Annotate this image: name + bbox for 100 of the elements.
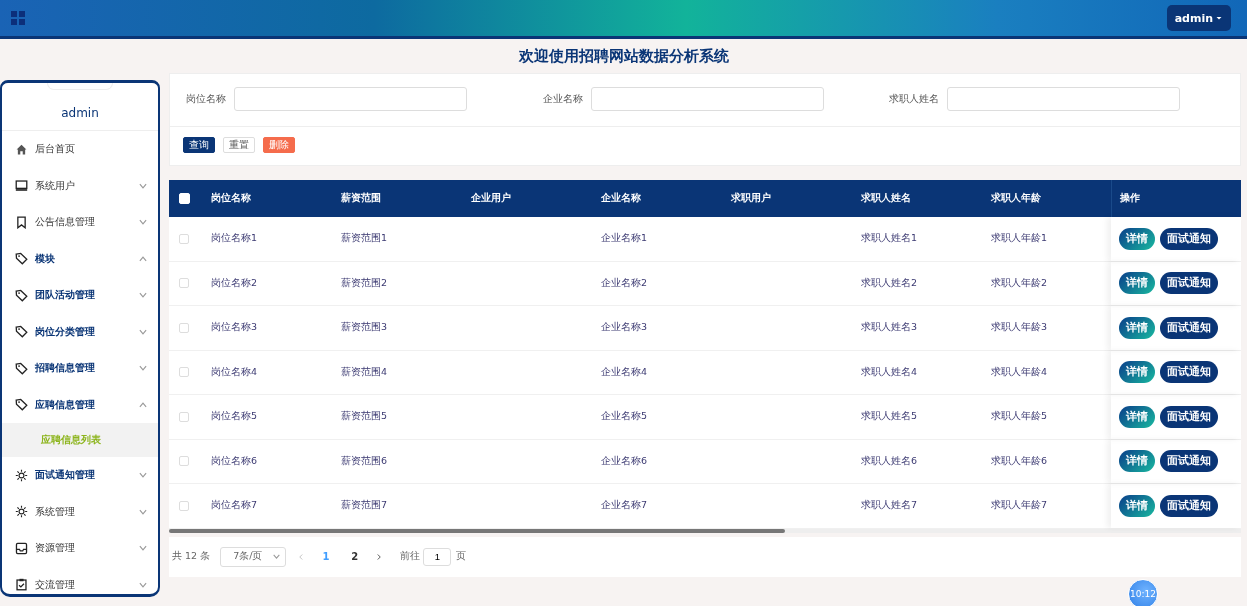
- goto-page-field[interactable]: 1: [423, 547, 452, 566]
- table-cell-text: 求职人姓名5: [860, 410, 919, 424]
- tag-icon: [15, 398, 28, 412]
- page-size-select[interactable]: 7条/页: [220, 546, 287, 567]
- details-button[interactable]: 详情: [1119, 494, 1155, 517]
- interview-notice-button[interactable]: 面试通知: [1160, 361, 1218, 384]
- details-button[interactable]: 详情: [1119, 316, 1155, 339]
- table-cell-text: 求职人姓名2: [860, 276, 919, 290]
- sidebar-item[interactable]: 团队活动管理: [2, 277, 158, 314]
- table-cell-text: 企业名称1: [600, 232, 649, 246]
- sidebar-item[interactable]: 系统管理: [2, 493, 158, 530]
- field-label: 企业名称: [542, 92, 583, 106]
- tag-icon: [15, 252, 28, 266]
- table-cell-text: 企业名称4: [600, 365, 649, 379]
- sidebar-item[interactable]: 招聘信息管理: [2, 350, 158, 387]
- details-button[interactable]: 详情: [1119, 272, 1155, 295]
- row-checkbox[interactable]: [179, 456, 189, 467]
- table-cell-text: 岗位名称1: [210, 232, 259, 246]
- sidebar-item[interactable]: 模块: [2, 240, 158, 277]
- interview-notice-button[interactable]: 面试通知: [1160, 227, 1218, 250]
- interview-notice-button[interactable]: 面试通知: [1160, 405, 1218, 428]
- row-checkbox[interactable]: [179, 233, 189, 244]
- table-cell-text: 岗位名称6: [210, 454, 259, 468]
- search-field[interactable]: [590, 87, 824, 111]
- user-menu-button[interactable]: admin: [1166, 5, 1231, 31]
- row-checkbox[interactable]: [179, 322, 189, 333]
- table-cell-text: 薪资范围5: [340, 410, 389, 424]
- table-cell-text: 企业名称3: [600, 321, 649, 335]
- table-cell-text: 求职人年龄1: [990, 232, 1049, 246]
- table-cell-text: 求职人姓名4: [860, 365, 919, 379]
- select-all-checkbox[interactable]: [179, 193, 190, 204]
- table-cell-text: 企业名称6: [600, 454, 649, 468]
- table-cell-text: 岗位名称3: [210, 321, 259, 335]
- tag-icon: [15, 288, 28, 302]
- table-cell-text: 岗位名称2: [210, 276, 259, 290]
- column-header: 企业名称: [600, 192, 642, 205]
- table-cell-text: 求职人年龄5: [990, 410, 1049, 424]
- row-checkbox[interactable]: [179, 367, 189, 378]
- chevron-down-icon: [272, 552, 282, 561]
- field-label: 求职人姓名: [889, 92, 939, 106]
- table-cell-text: 岗位名称5: [210, 410, 259, 424]
- row-checkbox[interactable]: [179, 411, 189, 422]
- table-cell-text: 岗位名称7: [210, 499, 259, 513]
- search-button[interactable]: 查询: [183, 137, 215, 153]
- table-cell-text: 求职人年龄3: [990, 321, 1049, 335]
- details-button[interactable]: 详情: [1119, 227, 1155, 250]
- table-cell-text: 薪资范围4: [340, 365, 389, 379]
- apps-grid-icon: [10, 10, 26, 26]
- table-cell-text: 薪资范围2: [340, 276, 389, 290]
- column-header: 岗位名称: [210, 192, 252, 205]
- sidebar-username: admin: [61, 106, 99, 120]
- tag-icon: [15, 325, 28, 339]
- table-cell-text: 求职人年龄6: [990, 454, 1049, 468]
- sidebar-item[interactable]: 公告信息管理: [2, 204, 158, 241]
- column-header: 企业用户: [470, 192, 512, 205]
- column-header: 求职人姓名: [860, 192, 912, 205]
- horizontal-scrollbar[interactable]: [169, 528, 785, 533]
- page-number[interactable]: 2: [345, 551, 365, 562]
- details-button[interactable]: 详情: [1119, 405, 1155, 428]
- column-header: 操作: [1111, 180, 1241, 217]
- details-button[interactable]: 详情: [1119, 361, 1155, 384]
- table-cell-text: 企业名称5: [600, 410, 649, 424]
- table-cell-text: 岗位名称4: [210, 365, 259, 379]
- page-suffix: 页: [456, 550, 467, 563]
- interview-notice-button[interactable]: 面试通知: [1160, 316, 1218, 339]
- table-cell-text: 薪资范围6: [340, 454, 389, 468]
- reset-button[interactable]: 重置: [223, 137, 255, 153]
- bookmark-icon: [15, 215, 28, 229]
- sidebar-item[interactable]: 交流管理: [2, 566, 158, 594]
- interview-notice-button[interactable]: 面试通知: [1160, 272, 1218, 295]
- sidebar-item[interactable]: 系统用户: [2, 167, 158, 204]
- sidebar-item[interactable]: 应聘信息管理: [2, 386, 158, 423]
- total-count: 共 12 条: [172, 550, 211, 563]
- home-icon: [15, 142, 28, 156]
- table-cell-text: 求职人姓名1: [860, 232, 919, 246]
- details-button[interactable]: 详情: [1119, 450, 1155, 473]
- table-cell-text: 薪资范围1: [340, 232, 389, 246]
- table-cell-text: 求职人年龄4: [990, 365, 1049, 379]
- sidebar-item[interactable]: 资源管理: [2, 530, 158, 567]
- tag-icon: [15, 361, 28, 375]
- clock-badge: 10:12: [1128, 579, 1158, 606]
- table-cell-text: 求职人姓名6: [860, 454, 919, 468]
- interview-notice-button[interactable]: 面试通知: [1160, 450, 1218, 473]
- monitor-icon: [15, 179, 28, 193]
- column-header: 求职用户: [730, 192, 772, 205]
- sidebar-item[interactable]: 岗位分类管理: [2, 313, 158, 350]
- table-cell-text: 薪资范围3: [340, 321, 389, 335]
- search-field[interactable]: [234, 87, 467, 111]
- sidebar-item[interactable]: 面试通知管理: [2, 457, 158, 494]
- interview-notice-button[interactable]: 面试通知: [1160, 494, 1218, 517]
- row-checkbox[interactable]: [179, 500, 189, 511]
- row-checkbox[interactable]: [179, 278, 189, 289]
- clipboard-icon: [15, 578, 28, 592]
- goto-label: 前往: [400, 550, 421, 563]
- column-header: 薪资范围: [340, 192, 382, 205]
- sidebar-item[interactable]: 后台首页: [2, 131, 158, 168]
- search-field[interactable]: [947, 87, 1180, 111]
- table-cell-text: 求职人年龄2: [990, 276, 1049, 290]
- caret-icon: [1215, 14, 1223, 22]
- page-title: 欢迎使用招聘网站数据分析系统: [518, 47, 729, 65]
